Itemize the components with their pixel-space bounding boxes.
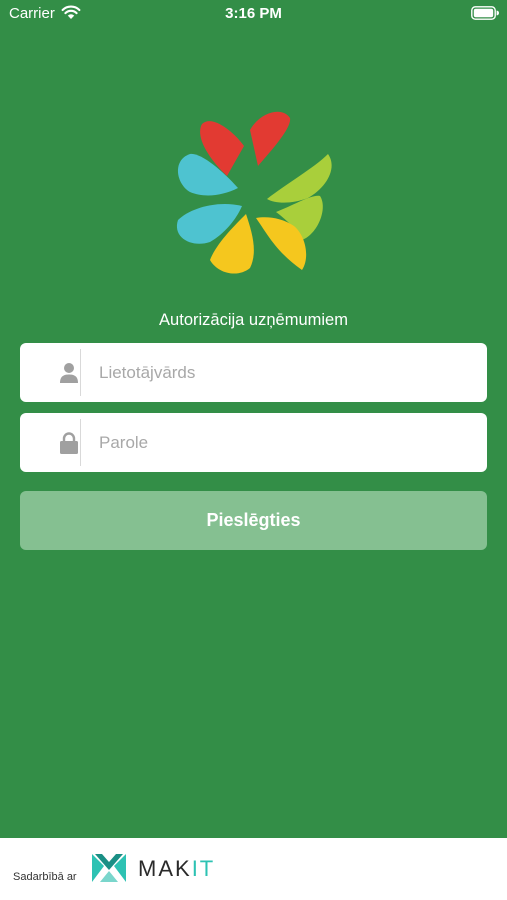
login-button[interactable]: Pieslēgties xyxy=(20,491,487,550)
field-divider xyxy=(80,349,81,396)
field-divider xyxy=(80,419,81,466)
password-input[interactable] xyxy=(99,421,469,464)
username-input[interactable] xyxy=(99,351,469,394)
clover-logo xyxy=(176,111,332,274)
footer: Sadarbībā ar MAKIT xyxy=(0,838,507,900)
lock-icon xyxy=(60,432,78,454)
makit-wordmark: MAKIT xyxy=(138,856,215,882)
makit-wordmark-mak: MAK xyxy=(138,856,192,881)
makit-logo-icon xyxy=(92,854,126,882)
password-field[interactable] xyxy=(20,413,487,472)
status-bar: Carrier 3:16 PM xyxy=(0,0,507,28)
makit-wordmark-it: IT xyxy=(191,856,216,881)
user-icon xyxy=(60,363,78,383)
logo-petal-lime-top xyxy=(267,154,332,203)
battery-icon xyxy=(471,6,499,20)
login-screen: Carrier 3:16 PM Autorizācija uzņēmumiem xyxy=(0,0,507,838)
logo-petal-red-right xyxy=(250,111,291,166)
status-time: 3:16 PM xyxy=(225,5,282,22)
login-subtitle: Autorizācija uzņēmumiem xyxy=(159,311,348,329)
partner-text: Sadarbībā ar xyxy=(13,871,77,883)
username-field[interactable] xyxy=(20,343,487,402)
